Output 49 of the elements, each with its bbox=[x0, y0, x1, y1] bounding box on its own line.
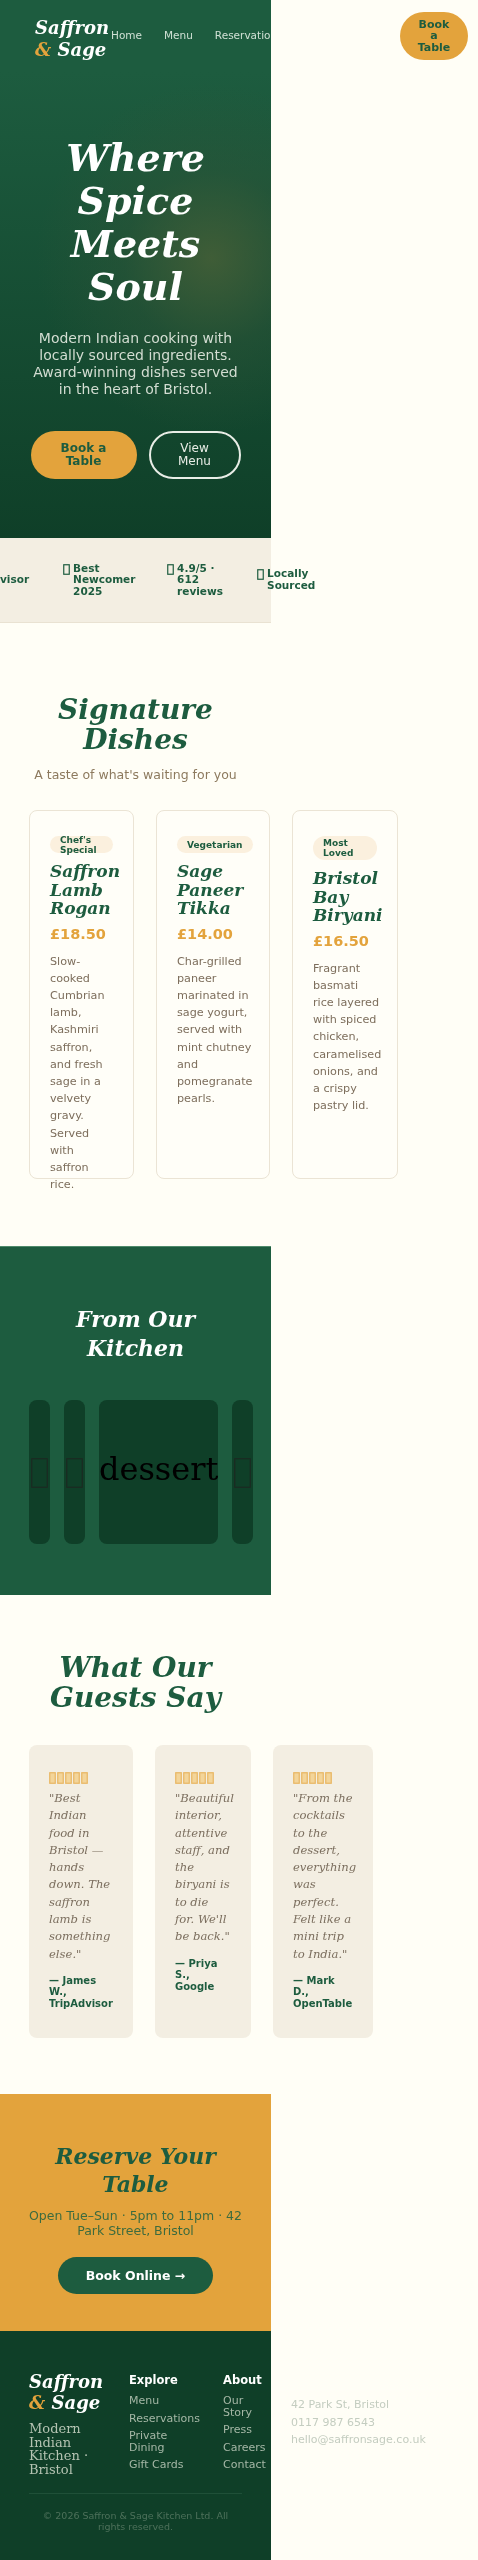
review-author: — Mark D., OpenTable bbox=[293, 1974, 353, 2010]
dish-description: Slow-cooked Cumbrian lamb, Kashmiri saffron, and fresh sage in a velvety gravy. Served with saffron rice. bbox=[50, 953, 106, 1194]
section-title: Signature Dishes bbox=[57, 695, 214, 755]
dish-price: £14.00 bbox=[177, 925, 233, 942]
footer-link[interactable]: Menu bbox=[129, 2395, 199, 2407]
hero-title: Where Spice Meets Soul bbox=[65, 136, 206, 308]
section-title: What Our Guests Say bbox=[49, 1653, 224, 1713]
section-subtitle: A taste of what's waiting for you bbox=[33, 767, 238, 782]
nav-link[interactable]: Home bbox=[111, 29, 142, 41]
dish-name: Saffron Lamb Rogan bbox=[50, 862, 120, 918]
review-author: — Priya S., Google bbox=[175, 1957, 219, 1993]
book-table-button[interactable]: Book a Table bbox=[400, 12, 468, 60]
nav-link[interactable]: Reservatio bbox=[214, 29, 271, 41]
dish-name: Sage Paneer Tikka bbox=[177, 862, 245, 918]
review-quote: "Best Indian food in Bristol — hands down. The saffron lamb is something else." bbox=[49, 1790, 112, 1963]
dish-description: Char-grilled paneer marinated in sage yogurt, served with mint chutney and pomegranate pearls. bbox=[177, 953, 253, 1108]
logo[interactable]: Saffron & Sage bbox=[35, 17, 111, 61]
footer-link[interactable]: Gift Cards bbox=[129, 2459, 199, 2471]
footer-tagline: Modern Indian Kitchen · Bristol bbox=[29, 2422, 89, 2477]
footer-heading: Explore bbox=[129, 2373, 179, 2387]
dish-tag: Vegetarian bbox=[177, 836, 253, 853]
dish-name: Bristol Bay Biryani bbox=[313, 869, 383, 925]
dish-tag: Most Loved bbox=[313, 836, 377, 860]
section-title: From Our Kitchen bbox=[74, 1305, 198, 1363]
dish-price: £18.50 bbox=[50, 925, 106, 942]
gallery-tile: dessert bbox=[99, 1400, 219, 1544]
dish-description: Fragrant basmati rice layered with spiced chicken, caramelised onions, and a crispy pastry lid. bbox=[313, 960, 382, 1115]
footer-link[interactable]: Our Story bbox=[223, 2395, 263, 2418]
footer-heading: About bbox=[223, 2373, 263, 2387]
trust-badge-text: Best Newcomer 2025 bbox=[73, 562, 134, 598]
footer-link[interactable]: Careers bbox=[223, 2441, 263, 2453]
dish-tag: Chef's Special bbox=[50, 836, 113, 853]
trust-badge-text: Locally Sourced bbox=[267, 568, 316, 592]
footer-link[interactable]: Private Dining bbox=[129, 2430, 199, 2453]
dish-price: £16.50 bbox=[313, 932, 369, 949]
trust-badge-text: 4.9/5 · 612 reviews bbox=[177, 562, 224, 598]
trust-badge-text: visor bbox=[0, 574, 30, 586]
review-author: — James W., TripAdvisor bbox=[49, 1974, 113, 2010]
footer-link[interactable]: Press bbox=[223, 2424, 263, 2436]
view-menu-button[interactable]: View Menu bbox=[148, 431, 241, 479]
hero-subtitle: Modern Indian cooking with locally sourced ingredients. Award-winning dishes served in the heart of Bristol. bbox=[32, 330, 239, 398]
glyph-box-icon bbox=[234, 1457, 252, 1488]
section-title: Reserve Your Table bbox=[53, 2142, 218, 2198]
book-table-button[interactable]: Book a Table bbox=[30, 431, 137, 479]
opening-hours: Open Tue–Sun · 5pm to 11pm · 42 Park Street, Bristol bbox=[28, 2208, 243, 2238]
nav-link[interactable]: Menu bbox=[164, 29, 193, 41]
footer-link[interactable]: Reservations bbox=[129, 2412, 199, 2424]
footer-logo: Saffron & Sage bbox=[29, 2371, 105, 2413]
book-online-button[interactable]: Book Online → bbox=[58, 2257, 213, 2294]
